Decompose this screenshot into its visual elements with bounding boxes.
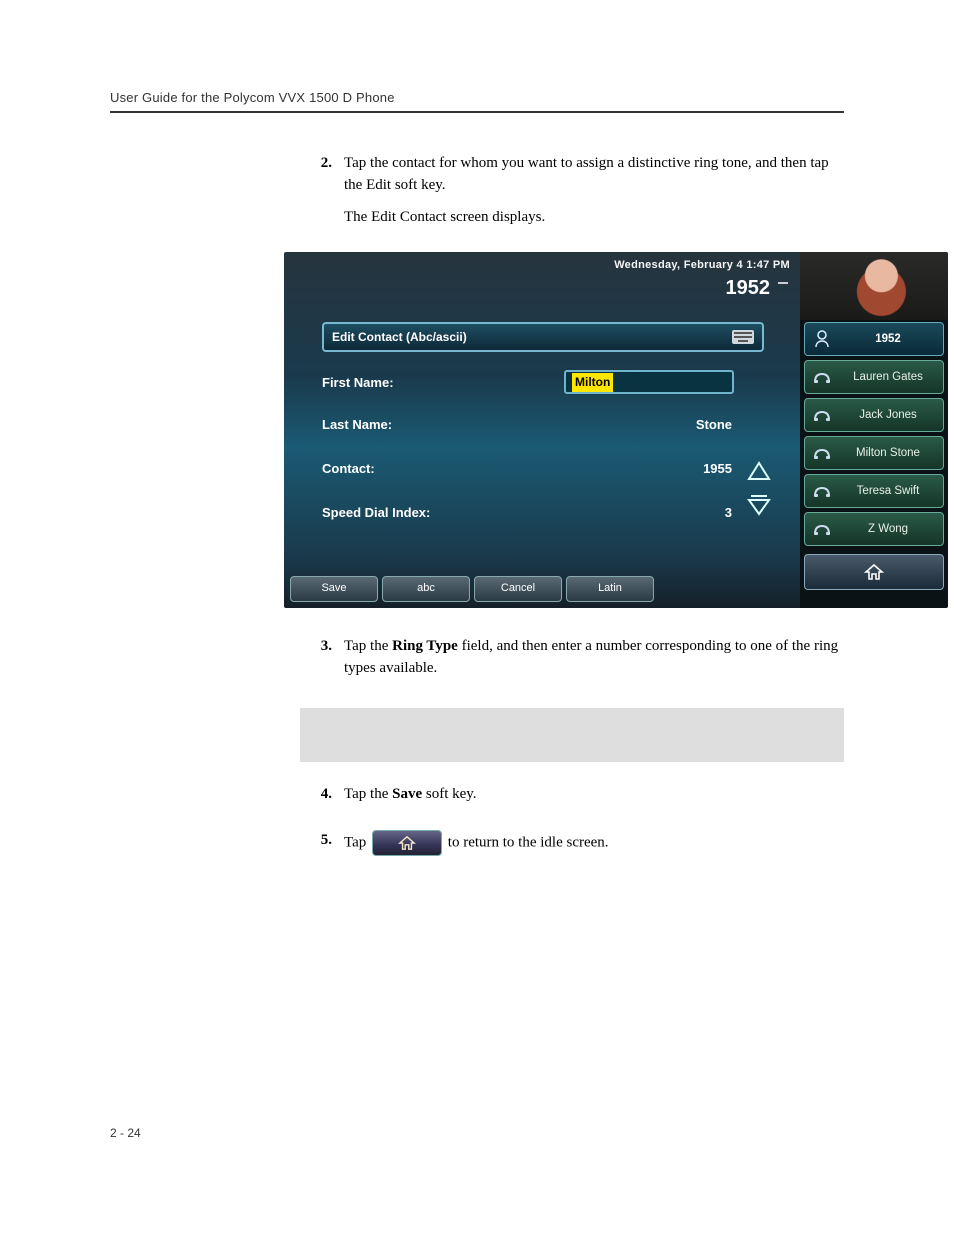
step-4-suffix: soft key. [422,786,476,802]
step-5-body: Tap to return to the idle screen. [344,830,844,866]
speed-dial-item-5[interactable]: Z Wong [804,512,944,546]
status-bar-extension: 1952 [726,274,771,303]
softkey-save[interactable]: Save [290,576,378,602]
contact-label: Contact: [322,460,375,479]
speed-dial-item-4-label: Teresa Swift [839,483,937,500]
field-speed-dial: Speed Dial Index: 3 [322,504,732,523]
speed-dial-list: 1952 Lauren Gates Jack Jones [804,322,944,590]
speed-dial-item-4[interactable]: Teresa Swift [804,474,944,508]
keyboard-icon[interactable] [732,330,754,344]
last-name-label: Last Name: [322,416,392,435]
edit-contact-screenshot: Wednesday, February 4 1:47 PM 1952 Edit … [284,252,948,608]
step-3-number: 3. [300,636,344,690]
softkey-abc[interactable]: abc [382,576,470,602]
step-3-body: Tap the Ring Type field, and then enter … [344,636,844,690]
status-bar-datetime: Wednesday, February 4 1:47 PM [614,258,790,274]
phone-icon [811,484,833,498]
softkey-cancel[interactable]: Cancel [474,576,562,602]
step-5-suffix: to return to the idle screen. [448,834,609,850]
speed-dial-item-2[interactable]: Jack Jones [804,398,944,432]
speed-dial-item-1[interactable]: Lauren Gates [804,360,944,394]
step-4-number: 4. [300,784,344,816]
step-4-prefix: Tap the [344,786,392,802]
speed-dial-item-1-label: Lauren Gates [839,369,937,386]
step-5-number: 5. [300,830,344,866]
scroll-down-icon[interactable] [744,492,774,518]
edit-contact-title: Edit Contact (Abc/ascii) [332,329,732,346]
step-3-bold: Ring Type [392,638,458,654]
note-placeholder [300,708,844,762]
softkey-bar: Save abc Cancel Latin [290,576,654,602]
first-name-input[interactable]: Milton [564,370,734,394]
speed-dial-item-3-label: Milton Stone [839,445,937,462]
step-5-text: Tap to return to the idle screen. [344,830,844,856]
person-icon [811,330,833,348]
speed-dial-item-2-label: Jack Jones [839,407,937,424]
speed-dial-label: Speed Dial Index: [322,504,430,523]
speed-dial-self[interactable]: 1952 [804,322,944,356]
softkey-latin[interactable]: Latin [566,576,654,602]
field-contact: Contact: 1955 [322,460,732,479]
step-4-bold: Save [392,786,422,802]
edit-contact-title-bar: Edit Contact (Abc/ascii) [322,322,764,352]
step-4-text: Tap the Save soft key. [344,784,844,806]
phone-icon [811,370,833,384]
speed-dial-self-label: 1952 [839,331,937,348]
home-icon [398,835,416,851]
home-button[interactable] [804,554,944,590]
step-4: 4. Tap the Save soft key. [300,784,844,816]
phone-icon [811,522,833,536]
phone-icon [811,408,833,422]
first-name-value: Milton [572,373,613,392]
content-column: 2. Tap the contact for whom you want to … [300,153,844,866]
step-2: 2. Tap the contact for whom you want to … [300,153,844,238]
speed-dial-item-3[interactable]: Milton Stone [804,436,944,470]
speed-dial-item-5-label: Z Wong [839,521,937,538]
header-rule [110,111,844,113]
step-2-text-1: Tap the contact for whom you want to ass… [344,153,844,197]
phone-icon [811,446,833,460]
step-3: 3. Tap the Ring Type field, and then ent… [300,636,844,690]
speed-dial-value: 3 [725,504,732,523]
scroll-up-icon[interactable] [744,458,774,484]
contact-avatar [800,252,948,320]
running-header: User Guide for the Polycom VVX 1500 D Ph… [110,90,844,105]
step-2-text-2: The Edit Contact screen displays. [344,207,844,229]
step-3-text: Tap the Ring Type field, and then enter … [344,636,844,680]
last-name-value: Stone [696,416,732,435]
step-4-body: Tap the Save soft key. [344,784,844,816]
status-bar-tick [778,282,788,284]
step-3-prefix: Tap the [344,638,392,654]
inline-home-button[interactable] [372,830,442,856]
home-icon [864,563,884,581]
step-2-body: Tap the contact for whom you want to ass… [344,153,844,238]
page-number: 2 - 24 [110,1126,141,1140]
step-5: 5. Tap to return to the idle screen. [300,830,844,866]
contact-value: 1955 [703,460,732,479]
field-last-name: Last Name: Stone [322,416,732,435]
first-name-label: First Name: [322,374,394,393]
step-2-number: 2. [300,153,344,238]
step-5-prefix: Tap [344,834,370,850]
